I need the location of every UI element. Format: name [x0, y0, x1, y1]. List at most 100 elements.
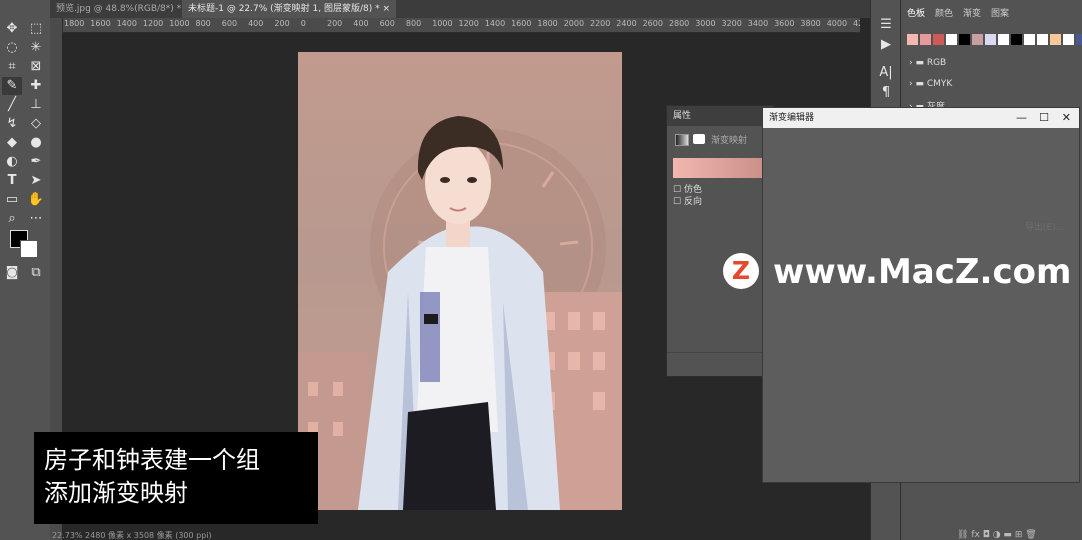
character-panel-icon[interactable]: A| [876, 64, 896, 82]
eyedropper-tool-icon[interactable]: ✎ [2, 77, 22, 95]
tab-color[interactable]: 颜色 [935, 6, 953, 19]
background-color-swatch[interactable] [20, 240, 38, 258]
close-icon[interactable]: × [382, 4, 390, 14]
color-swatch[interactable] [998, 34, 1009, 45]
dodge-tool-icon[interactable]: ◐ [2, 153, 22, 171]
ruler-tick: 600 [379, 19, 395, 28]
color-swatch[interactable] [1063, 34, 1074, 45]
trash-icon[interactable]: 🗑 [1025, 530, 1036, 540]
caption-line-1: 房子和钟表建一个组 [44, 446, 260, 474]
rectangle-tool-icon[interactable]: ▭ [2, 191, 22, 209]
quick-mask-icon[interactable]: ◙ [2, 264, 22, 282]
reverse-checkbox[interactable]: ☐ 反向 [673, 194, 702, 207]
healing-brush-icon[interactable]: ✚ [26, 77, 46, 95]
color-swatch[interactable] [920, 34, 931, 45]
ruler-tick: 1800 [64, 19, 85, 28]
gradient-preview-bar[interactable] [673, 158, 767, 178]
ruler-tick: 2000 [563, 19, 585, 28]
properties-title: 属性 [667, 106, 773, 126]
ruler-tick: 3600 [774, 19, 795, 28]
ruler-tick: 1200 [458, 19, 479, 28]
ruler-tick: 1800 [537, 19, 558, 28]
ruler-tick: 400 [248, 19, 264, 28]
ruler-tick: 2800 [668, 19, 690, 28]
fx-icon[interactable]: fx [971, 530, 980, 540]
folder-icon[interactable]: ▬ [1003, 530, 1012, 540]
magic-wand-icon[interactable]: ✳ [26, 39, 46, 57]
ruler-tick: 600 [221, 19, 238, 28]
ruler-tick: 1400 [484, 19, 506, 28]
eraser-tool-icon[interactable]: ◇ [26, 115, 46, 133]
tab-untitled[interactable]: 未标题-1 @ 22.7% (渐变映射 1, 图层蒙版/8) * × [182, 0, 397, 18]
artwork-image [298, 116, 622, 510]
tab-swatches[interactable]: 色板 [907, 6, 925, 19]
ruler-tick: 1600 [511, 19, 532, 28]
gradient-editor-dialog: 渐变编辑器 — ☐ ✕ 导出(E)... [762, 107, 1080, 483]
ruler-tick: 200 [327, 19, 343, 28]
adjustment-icon[interactable]: ◑ [993, 530, 1001, 540]
export-button[interactable]: 导出(E)... [1025, 220, 1064, 233]
more-tools-icon[interactable]: ⋯ [26, 210, 46, 228]
blur-tool-icon[interactable]: ● [26, 134, 46, 152]
close-icon[interactable]: ✕ [1062, 108, 1071, 128]
color-swatch[interactable] [1076, 34, 1082, 45]
caption-line-2: 添加渐变映射 [44, 479, 188, 507]
actions-panel-icon[interactable]: ▶ [876, 36, 896, 54]
brush-tool-icon[interactable]: ╱ [2, 96, 22, 114]
color-swatch[interactable] [1011, 34, 1022, 45]
path-selection-icon[interactable]: ➤ [26, 172, 46, 190]
new-layer-icon[interactable]: ⊞ [1015, 530, 1023, 540]
minimize-icon[interactable]: — [1016, 108, 1027, 128]
color-swatch[interactable] [1050, 34, 1061, 45]
marquee-tool-icon[interactable]: ⬚ [26, 20, 46, 38]
color-swatch[interactable] [1037, 34, 1048, 45]
move-tool-icon[interactable]: ✥ [2, 20, 22, 38]
color-swatch[interactable] [972, 34, 983, 45]
stamp-tool-icon[interactable]: ⊥ [26, 96, 46, 114]
history-brush-icon[interactable]: ↯ [2, 115, 22, 133]
color-swatch[interactable] [985, 34, 996, 45]
mask-icon[interactable]: ◘ [983, 530, 990, 540]
pen-tool-icon[interactable]: ✒ [26, 153, 46, 171]
color-swatch[interactable] [933, 34, 944, 45]
swatch-group-cmyk[interactable]: › ▬ CMYK [909, 79, 952, 89]
ruler-tick: 3400 [747, 19, 769, 28]
screen-mode-icon[interactable]: ⧉ [26, 264, 46, 282]
paragraph-panel-icon[interactable]: ¶ [876, 84, 896, 102]
layer-mask-icon[interactable] [693, 134, 705, 144]
document-canvas[interactable] [298, 52, 622, 510]
ruler-tick: 3000 [695, 19, 716, 28]
tab-preview[interactable]: 预览.jpg @ 48.8%(RGB/8*) * × [50, 0, 198, 18]
ruler-tick: 3200 [721, 19, 742, 28]
macz-logo: Z [723, 253, 759, 289]
hand-tool-icon[interactable]: ✋ [26, 191, 46, 209]
watermark-text: www.MacZ.com [773, 252, 1072, 292]
history-panel-icon[interactable]: ☰ [876, 16, 896, 34]
swatch-group-rgb[interactable]: › ▬ RGB [909, 58, 946, 68]
link-layers-icon[interactable]: ⛓ [957, 530, 968, 540]
color-swatch[interactable] [1024, 34, 1035, 45]
ruler-tick: 1400 [116, 19, 137, 28]
color-swatch[interactable] [946, 34, 957, 45]
ruler-tick: 800 [405, 19, 422, 28]
color-swatch[interactable] [907, 34, 918, 45]
ruler-tick: 2400 [616, 19, 637, 28]
type-tool-icon[interactable]: T [2, 172, 22, 190]
tab-patterns[interactable]: 图案 [991, 6, 1009, 19]
paint-bucket-icon[interactable]: ◆ [2, 134, 22, 152]
crop-tool-icon[interactable]: ⌗ [2, 58, 22, 76]
zoom-tool-icon[interactable]: ⌕ [2, 210, 22, 228]
panel-divider [667, 352, 773, 353]
layer-actions: ⛓ fx ◘ ◑ ▬ ⊞ 🗑 [957, 530, 1037, 540]
color-swatch[interactable] [959, 34, 970, 45]
ruler-tick: 1600 [90, 19, 111, 28]
lasso-tool-icon[interactable]: ◌ [2, 39, 22, 57]
gradient-editor-titlebar[interactable]: 渐变编辑器 — ☐ ✕ [763, 108, 1079, 128]
tab-gradient[interactable]: 渐变 [963, 6, 981, 19]
horizontal-ruler[interactable]: 1800 1600 1400 1200 1000 800 600 400 200 0 200 400 6… [62, 18, 860, 33]
ruler-tick: 2200 [590, 19, 611, 28]
maximize-icon[interactable]: ☐ [1039, 108, 1049, 128]
frame-tool-icon[interactable]: ⊠ [26, 58, 46, 76]
layer-type-label: 渐变映射 [711, 136, 748, 146]
watermark: Z www.MacZ.com [723, 248, 1071, 294]
